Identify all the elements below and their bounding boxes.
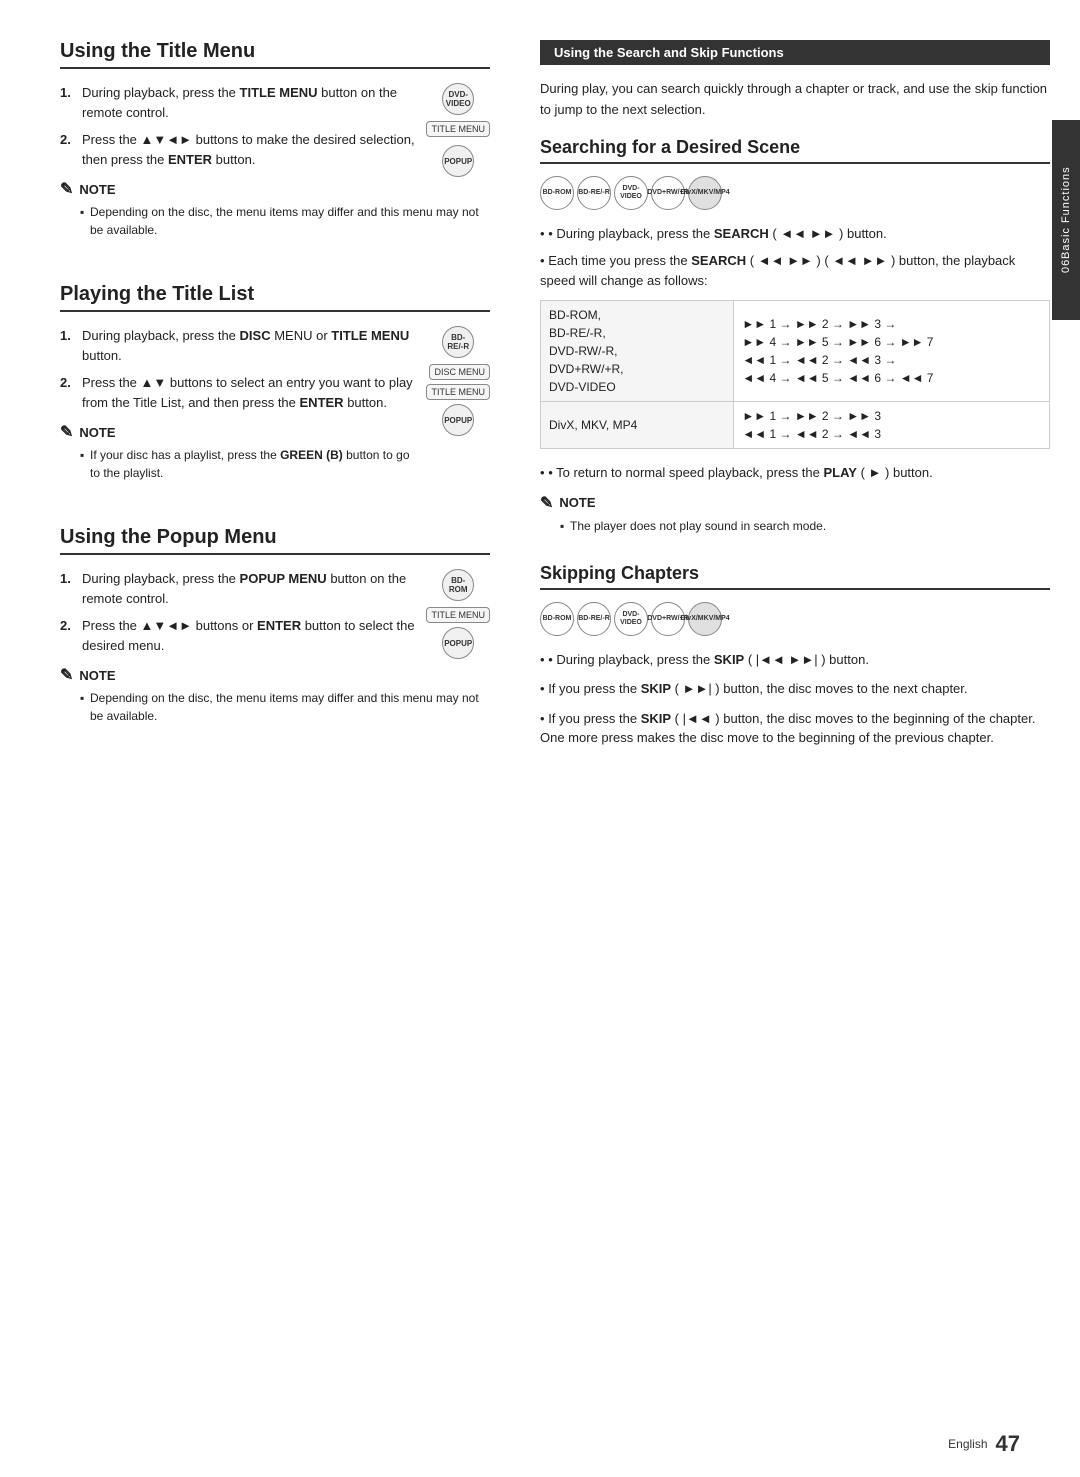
note2-item: If your disc has a playlist, press the G…: [80, 446, 490, 482]
note-label2: ✎ NOTE: [60, 422, 416, 442]
section1-title: Using the Title Menu: [60, 40, 490, 69]
bd-re-btn: BD-RE/-R: [442, 326, 474, 358]
searching-bullets2: • To return to normal speed playback, pr…: [540, 463, 1050, 483]
step1: 1. During playback, press the TITLE MENU…: [60, 83, 416, 122]
speed-label1: BD-ROM,BD-RE/-R,DVD-RW/-R,DVD+RW/+R,DVD-…: [541, 301, 734, 402]
section3-note-list: Depending on the disc, the menu items ma…: [60, 689, 490, 725]
bd-rom-btn: BD-ROM: [442, 569, 474, 601]
skipping-title: Skipping Chapters: [540, 563, 1050, 590]
disc-icon2-dvd-video: DVD-VIDEO: [614, 602, 648, 636]
footer-language: English: [948, 1437, 987, 1451]
disc-icon2-divx: DivX/MKV/MP4: [688, 602, 722, 636]
section3-btn-group: BD-ROM TITLE MENU POPUP: [426, 569, 490, 661]
speed-val1: ►► 1 → ►► 2 → ►► 3 → ►► 4 → ►► 5 → ►► 6 …: [734, 301, 1050, 402]
search-bullet2: Each time you press the SEARCH ( ◄◄ ►► )…: [540, 251, 1050, 290]
content-area: Using the Title Menu DVD-VIDEO TITLE MEN…: [0, 0, 1080, 1431]
page-number: 47: [996, 1431, 1020, 1457]
disc-menu-btn: DISC MENU: [429, 364, 490, 380]
section2-content: BD-RE/-R DISC MENU TITLE MENU POPUP 1. D…: [60, 326, 490, 498]
left-column: Using the Title Menu DVD-VIDEO TITLE MEN…: [60, 40, 520, 1391]
section2-note-list: If your disc has a playlist, press the G…: [60, 446, 490, 482]
speed-table: BD-ROM,BD-RE/-R,DVD-RW/-R,DVD+RW/+R,DVD-…: [540, 300, 1050, 449]
section1-note: ✎ NOTE Depending on the disc, the menu i…: [60, 179, 490, 239]
searching-title: Searching for a Desired Scene: [540, 137, 1050, 164]
disc-icon-divx: DivX/MKV/MP4: [688, 176, 722, 210]
disc-icons-row1: BD-ROM BD-RE/-R DVD-VIDEO DVD+RW/+R DivX…: [540, 176, 1050, 210]
searching-bullets: • During playback, press the SEARCH ( ◄◄…: [540, 224, 1050, 291]
section-skipping: Skipping Chapters BD-ROM BD-RE/-R DVD-VI…: [540, 563, 1050, 748]
note-label: ✎ NOTE: [60, 179, 416, 199]
section-title-menu: Using the Title Menu DVD-VIDEO TITLE MEN…: [60, 40, 490, 255]
search-bullet1: • During playback, press the SEARCH ( ◄◄…: [540, 224, 1050, 244]
section3-title: Using the Popup Menu: [60, 526, 490, 555]
skip-bullet1: • During playback, press the SKIP ( |◄◄ …: [540, 650, 1050, 670]
title-menu-btn3: TITLE MENU: [426, 607, 490, 623]
dvd-video-btn: DVD-VIDEO: [442, 83, 474, 115]
search-skip-intro: During play, you can search quickly thro…: [540, 79, 1050, 121]
disc-icon-bd-rom: BD-ROM: [540, 176, 574, 210]
step1: 1. During playback, press the POPUP MENU…: [60, 569, 416, 608]
popup-btn3: POPUP: [442, 627, 474, 659]
section1-btn-group: DVD-VIDEO TITLE MENU POPUP: [426, 83, 490, 179]
skip-bullet2: If you press the SKIP ( ►►| ) button, th…: [540, 679, 1050, 699]
side-tab: 06 Basic Functions: [1052, 120, 1080, 320]
disc-icon2-bd-re: BD-RE/-R: [577, 602, 611, 636]
section-popup-menu: Using the Popup Menu BD-ROM TITLE MENU P…: [60, 526, 490, 741]
popup-btn2: POPUP: [442, 404, 474, 436]
side-tab-label: Basic Functions: [1060, 167, 1072, 260]
disc-icons-row2: BD-ROM BD-RE/-R DVD-VIDEO DVD+RW/+R DivX…: [540, 602, 1050, 636]
step2: 2. Press the ▲▼ buttons to select an ent…: [60, 373, 416, 412]
right-column: Using the Search and Skip Functions Duri…: [520, 40, 1050, 1391]
speed-row2: DivX, MKV, MP4 ►► 1 → ►► 2 → ►► 3 ◄◄ 1 →…: [541, 402, 1050, 449]
step1: 1. During playback, press the DISC MENU …: [60, 326, 416, 365]
section-title-list: Playing the Title List BD-RE/-R DISC MEN…: [60, 283, 490, 498]
skip-bullet3: If you press the SKIP ( |◄◄ ) button, th…: [540, 709, 1050, 748]
section-searching: Searching for a Desired Scene BD-ROM BD-…: [540, 137, 1050, 535]
search-bullet3: • To return to normal speed playback, pr…: [540, 463, 1050, 483]
step2: 2. Press the ▲▼◄► buttons to make the de…: [60, 130, 416, 169]
searching-note1: The player does not play sound in search…: [560, 517, 1050, 535]
note-label3: ✎ NOTE: [60, 665, 416, 685]
speed-row1: BD-ROM,BD-RE/-R,DVD-RW/-R,DVD+RW/+R,DVD-…: [541, 301, 1050, 402]
section1-content: DVD-VIDEO TITLE MENU POPUP 1. During pla…: [60, 83, 490, 255]
note3-item: Depending on the disc, the menu items ma…: [80, 689, 490, 725]
disc-icon2-bd-rom: BD-ROM: [540, 602, 574, 636]
section2-title: Playing the Title List: [60, 283, 490, 312]
title-menu-btn: TITLE MENU: [426, 121, 490, 137]
page: 06 Basic Functions Using the Title Menu …: [0, 0, 1080, 1477]
title-menu-btn2: TITLE MENU: [426, 384, 490, 400]
speed-val2: ►► 1 → ►► 2 → ►► 3 ◄◄ 1 → ◄◄ 2 → ◄◄ 3: [734, 402, 1050, 449]
step2: 2. Press the ▲▼◄► buttons or ENTER butto…: [60, 616, 416, 655]
speed-label2: DivX, MKV, MP4: [541, 402, 734, 449]
note-label-r1: ✎ NOTE: [540, 493, 1050, 513]
section1-note-list: Depending on the disc, the menu items ma…: [60, 203, 490, 239]
section3-note: ✎ NOTE Depending on the disc, the menu i…: [60, 665, 490, 725]
searching-note: ✎ NOTE The player does not play sound in…: [540, 493, 1050, 535]
footer: English 47: [0, 1431, 1080, 1477]
side-tab-number: 06: [1060, 259, 1072, 273]
search-skip-header: Using the Search and Skip Functions: [540, 40, 1050, 65]
skipping-bullets: • During playback, press the SKIP ( |◄◄ …: [540, 650, 1050, 748]
note1-item: Depending on the disc, the menu items ma…: [80, 203, 490, 239]
disc-icon-bd-re: BD-RE/-R: [577, 176, 611, 210]
section2-btn-group: BD-RE/-R DISC MENU TITLE MENU POPUP: [426, 326, 490, 438]
popup-btn: POPUP: [442, 145, 474, 177]
disc-icon-dvd-video: DVD-VIDEO: [614, 176, 648, 210]
section3-content: BD-ROM TITLE MENU POPUP 1. During playba…: [60, 569, 490, 741]
searching-note-list: The player does not play sound in search…: [540, 517, 1050, 535]
